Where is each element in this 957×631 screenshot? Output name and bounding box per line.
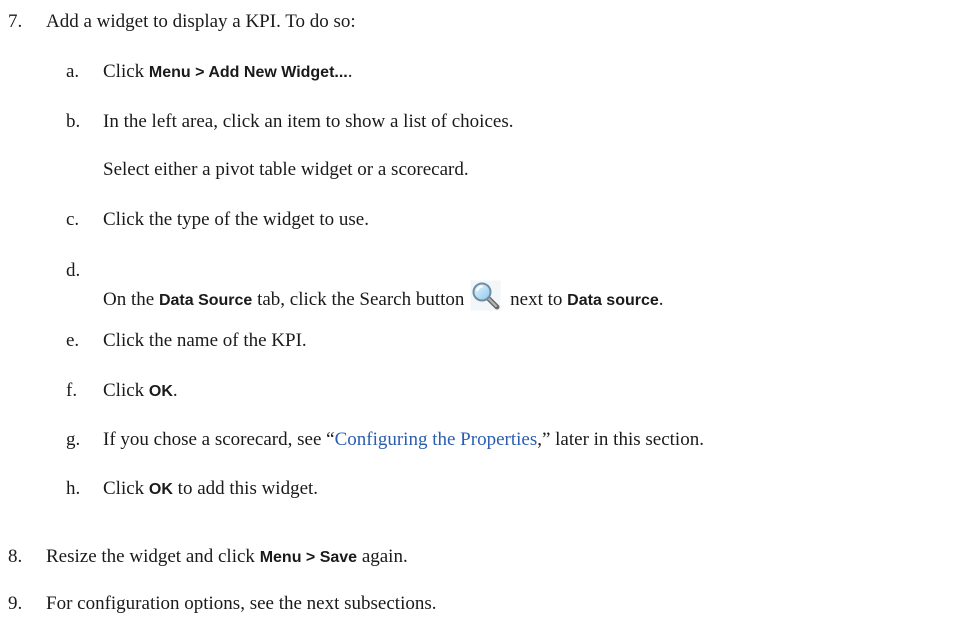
step-number: 9. <box>8 593 23 614</box>
substep-text: Click the type of the widget to use. <box>103 209 369 230</box>
substep-text: Click OK. <box>103 380 178 401</box>
substep-letter: f. <box>66 380 78 401</box>
substep-text: On the Data Source tab, click the Search… <box>103 280 664 313</box>
substep-text: Click OK to add this widget. <box>103 478 319 499</box>
ui-label-ok: OK <box>148 383 173 400</box>
substep-letter: c. <box>66 209 80 230</box>
substep-continuation-text: Select either a pivot table widget or a … <box>103 159 469 180</box>
step-text: For configuration options, see the next … <box>46 593 437 614</box>
ui-label-ok: OK <box>148 481 173 498</box>
ui-label-data-source: Data source <box>567 292 659 309</box>
substep-letter: b. <box>66 111 81 132</box>
step-text: Add a widget to display a KPI. To do so: <box>46 11 356 32</box>
substep-text: If you chose a scorecard, see “Configuri… <box>103 429 704 450</box>
step-number: 7. <box>8 11 23 32</box>
substep-text: In the left area, click an item to show … <box>103 111 514 132</box>
step-number: 8. <box>8 546 23 567</box>
substep-letter: h. <box>66 478 81 499</box>
magnifier-search-icon <box>470 280 501 311</box>
substep-letter: e. <box>66 330 80 351</box>
configuring-properties-link[interactable]: Configuring the Properties <box>335 429 538 450</box>
ui-label-menu-save: Menu > Save <box>259 549 358 566</box>
ui-label-menu-add-new-widget: Menu > Add New Widget... <box>148 64 348 81</box>
substep-letter: g. <box>66 429 81 450</box>
step-text: Resize the widget and click Menu > Save … <box>46 546 408 567</box>
substep-letter: d. <box>66 260 81 281</box>
substep-letter: a. <box>66 61 80 82</box>
substep-text: Click Menu > Add New Widget.... <box>103 61 353 82</box>
ui-label-data-source-tab: Data Source <box>158 292 253 309</box>
substep-text: Click the name of the KPI. <box>103 330 307 351</box>
